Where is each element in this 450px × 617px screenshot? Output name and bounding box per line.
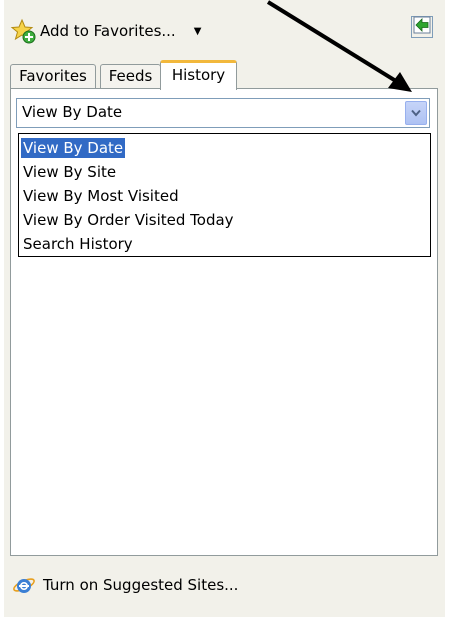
option-view-by-order-visited-today[interactable]: View By Order Visited Today (19, 208, 430, 232)
suggested-sites-label: Turn on Suggested Sites... (43, 576, 239, 594)
tab-history[interactable]: History (160, 60, 237, 90)
add-to-favorites-label: Add to Favorites... (40, 22, 176, 40)
option-view-by-most-visited[interactable]: View By Most Visited (19, 184, 430, 208)
tab-favorites[interactable]: Favorites (10, 64, 96, 88)
suggested-sites-link[interactable]: Turn on Suggested Sites... (12, 572, 238, 598)
option-view-by-site[interactable]: View By Site (19, 160, 430, 184)
add-to-favorites-button[interactable]: Add to Favorites... ▼ (10, 18, 201, 44)
green-arrow-pin-icon (413, 16, 431, 38)
pin-center-button[interactable] (411, 16, 433, 38)
internet-explorer-icon (12, 573, 36, 597)
history-view-select[interactable]: View By Date (16, 98, 430, 128)
chevron-down-icon[interactable] (405, 101, 427, 125)
star-plus-icon (10, 18, 36, 44)
history-view-options-list: View By Date View By Site View By Most V… (18, 133, 431, 257)
add-to-favorites-dropdown-arrow[interactable]: ▼ (194, 26, 202, 37)
history-view-selected-value: View By Date (22, 103, 123, 121)
tab-feeds[interactable]: Feeds (100, 64, 161, 88)
option-view-by-date[interactable]: View By Date (19, 136, 430, 160)
option-search-history[interactable]: Search History (19, 232, 430, 256)
